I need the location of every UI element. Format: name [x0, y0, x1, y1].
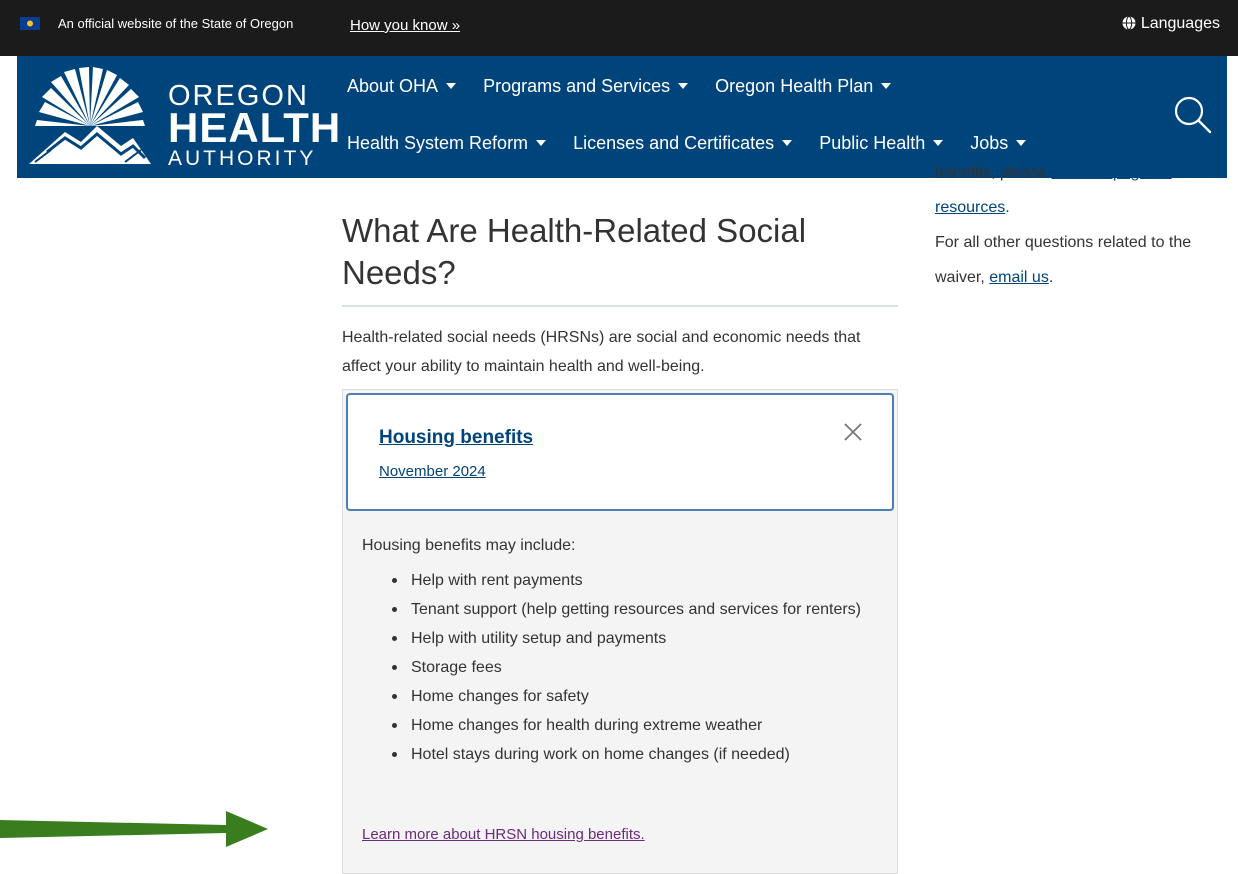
list-item: Home changes for health during extreme w…	[392, 711, 882, 740]
nav-label: Licenses and Certificates	[573, 133, 775, 153]
sidebar-text: .	[1005, 199, 1010, 216]
nav-health-system-reform[interactable]: Health System Reform	[347, 131, 547, 155]
how-you-know-link[interactable]: How you know »	[350, 16, 460, 36]
sunburst-mountain-logo-icon	[29, 67, 151, 164]
nav-jobs[interactable]: Jobs	[970, 131, 1027, 155]
languages-button[interactable]: Languages	[1122, 13, 1220, 35]
accordion-date-link[interactable]: November 2024	[379, 462, 486, 482]
nav-licenses-and-certificates[interactable]: Licenses and Certificates	[573, 131, 793, 155]
annotation-arrow-icon	[0, 811, 268, 847]
list-item: Tenant support (help getting resources a…	[392, 595, 882, 624]
oregon-flag-icon	[20, 17, 40, 30]
accordion-body: Housing benefits may include: Help with …	[362, 535, 882, 769]
sidebar: benefits, please visit this page for res…	[935, 164, 1225, 295]
nav-label: About OHA	[347, 76, 439, 96]
nav-public-health[interactable]: Public Health	[819, 131, 944, 155]
caret-down-icon	[536, 140, 547, 146]
search-icon[interactable]	[1171, 94, 1213, 136]
globe-icon	[1122, 16, 1136, 30]
caret-down-icon	[1016, 140, 1027, 146]
oha-logo[interactable]: OREGON HEALTH AUTHORITY	[25, 66, 340, 170]
nav-about-oha[interactable]: About OHA	[347, 74, 457, 98]
title-divider	[342, 305, 898, 307]
caret-down-icon	[881, 83, 892, 89]
nav-label: Oregon Health Plan	[715, 76, 874, 96]
nav-programs-and-services[interactable]: Programs and Services	[483, 74, 689, 98]
list-item: Home changes for safety	[392, 682, 882, 711]
main-nav-row-1: About OHA Programs and Services Oregon H…	[347, 74, 913, 98]
list-item: Help with utility setup and payments	[392, 624, 882, 653]
sidebar-text: benefits, please	[935, 164, 1052, 181]
sidebar-text: For all other questions related to the w…	[935, 234, 1192, 286]
learn-more-housing-link[interactable]: Learn more about HRSN housing benefits.	[362, 825, 645, 845]
intro-paragraph: Health-related social needs (HRSNs) are …	[342, 329, 861, 375]
languages-label: Languages	[1140, 15, 1220, 32]
email-us-link[interactable]: email us	[989, 269, 1049, 286]
main-nav-row-2: Health System Reform Licenses and Certif…	[347, 131, 1048, 155]
caret-down-icon	[678, 83, 689, 89]
nav-oregon-health-plan[interactable]: Oregon Health Plan	[715, 74, 892, 98]
page-title: What Are Health-Related Social Needs?	[342, 212, 807, 291]
list-item: Help with rent payments	[392, 566, 882, 595]
nav-label: Programs and Services	[483, 76, 671, 96]
housing-benefits-list: Help with rent payments Tenant support (…	[362, 566, 882, 769]
accordion-lead-text: Housing benefits may include:	[362, 537, 576, 554]
sidebar-paragraph-2: For all other questions related to the w…	[935, 225, 1225, 295]
resources-link[interactable]: resources	[935, 199, 1005, 216]
logo-health-text: HEALTH	[168, 104, 342, 151]
list-item: Storage fees	[392, 653, 882, 682]
accordion-header[interactable]: Housing benefits November 2024	[346, 393, 894, 511]
nav-label: Public Health	[819, 133, 926, 153]
visit-page-link[interactable]: visit this page for	[1052, 164, 1172, 181]
sidebar-paragraph-1: benefits, please visit this page for res…	[935, 155, 1225, 225]
caret-down-icon	[782, 140, 793, 146]
caret-down-icon	[933, 140, 944, 146]
official-banner: An official website of the State of Oreg…	[0, 0, 1238, 56]
accordion-title-link[interactable]: Housing benefits	[379, 426, 533, 450]
nav-label: Jobs	[970, 133, 1009, 153]
caret-down-icon	[446, 83, 457, 89]
sidebar-text: .	[1048, 269, 1054, 286]
nav-label: Health System Reform	[347, 133, 529, 153]
close-icon[interactable]	[842, 421, 864, 443]
logo-authority-text: AUTHORITY	[168, 147, 317, 170]
housing-benefits-accordion: Housing benefits November 2024 Housing b…	[342, 389, 898, 874]
official-site-text: An official website of the State of Oreg…	[58, 16, 294, 31]
list-item: Hotel stays during work on home changes …	[392, 740, 882, 769]
